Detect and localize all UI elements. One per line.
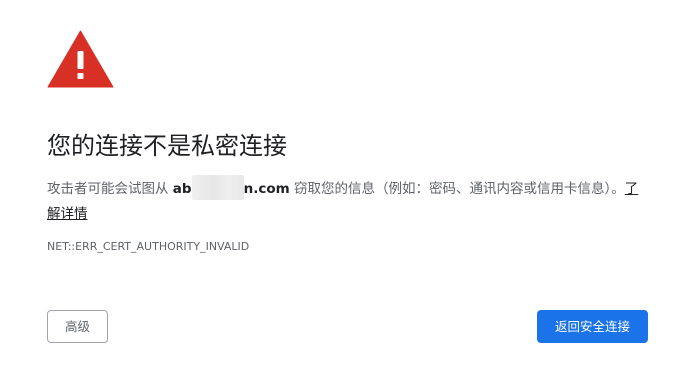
page-title: 您的连接不是私密连接 — [47, 132, 287, 160]
warning-triangle-icon — [47, 30, 114, 88]
back-to-safety-button[interactable]: 返回安全连接 — [537, 310, 648, 343]
description-prefix: 攻击者可能会试图从 — [47, 181, 173, 197]
advanced-button[interactable]: 高级 — [47, 310, 108, 343]
redacted-domain-block — [191, 175, 244, 200]
security-interstitial-page: 您的连接不是私密连接 攻击者可能会试图从 ab n.com 窃取您的信息（例如：密… — [0, 0, 695, 381]
domain-end: n.com — [243, 181, 290, 197]
description-suffix: 窃取您的信息（例如：密码、通讯内容或信用卡信息）。 — [289, 181, 625, 197]
error-description: 攻击者可能会试图从 ab n.com 窃取您的信息（例如：密码、通讯内容或信用卡信… — [47, 175, 647, 227]
error-code: NET::ERR_CERT_AUTHORITY_INVALID — [47, 240, 250, 253]
site-domain: ab n.com — [172, 175, 290, 200]
domain-start: ab — [172, 181, 192, 197]
